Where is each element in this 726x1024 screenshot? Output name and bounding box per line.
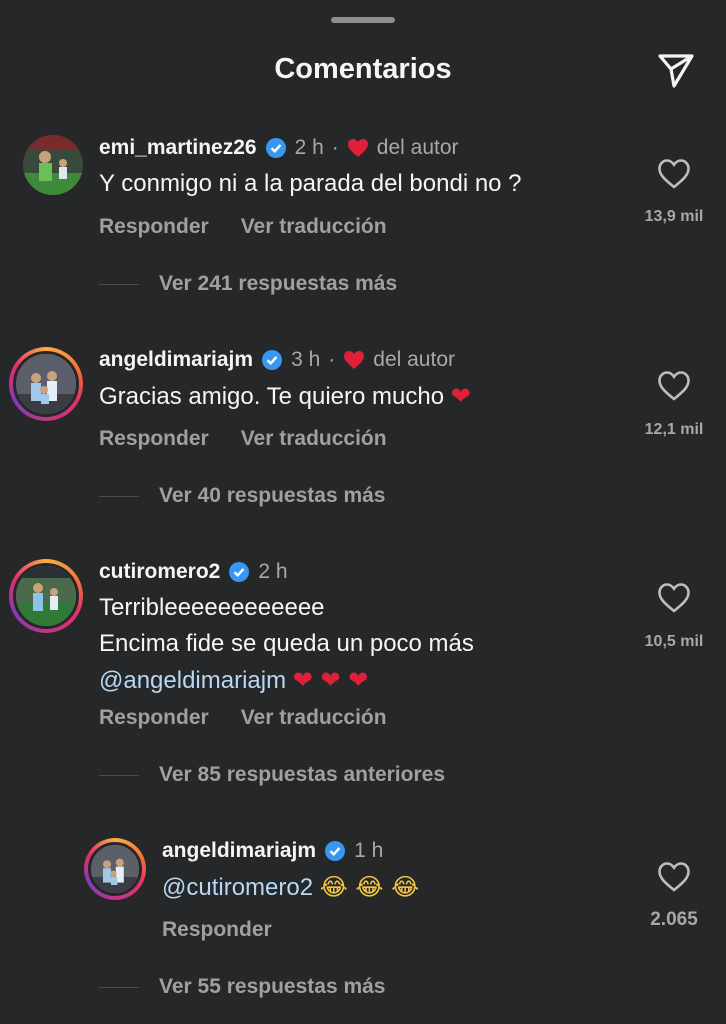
like-count: 10,5 mil [644,633,704,650]
comments-sheet: Comentarios emi_martinez26 2 h · del aut… [0,0,726,1024]
avatar[interactable] [9,347,83,421]
verified-badge-icon [261,349,283,371]
reply-button[interactable]: Responder [99,427,209,451]
like-count: 12,1 mil [644,421,704,438]
avatar[interactable] [23,135,83,195]
comment-username[interactable]: cutiromero2 [99,560,220,584]
like-heart-icon[interactable] [657,861,691,893]
view-replies-button[interactable]: Ver 85 respuestas anteriores [159,763,445,787]
divider [99,774,139,776]
heart-icon [347,138,369,158]
red-heart-emoji: ❤ ❤ ❤ [292,666,369,694]
reply-button[interactable]: Responder [99,215,209,239]
divider [99,283,139,285]
comment-time: 2 h [258,560,288,583]
comment-text: Terribleeeeeeeeeeee [99,594,325,621]
divider [99,986,139,988]
header: Comentarios [0,44,726,94]
view-replies-button[interactable]: Ver 241 respuestas más [159,272,397,296]
translate-button[interactable]: Ver traducción [241,215,387,239]
mention-link[interactable]: @cutiromero2 [162,874,313,901]
laughing-emoji: 😂 😂 😂 [319,873,420,901]
reply-button[interactable]: Responder [99,706,209,730]
verified-badge-icon [228,561,250,583]
verified-badge-icon [265,137,287,159]
comment-time: 1 h [354,839,384,862]
like-heart-icon[interactable] [657,370,691,402]
comment-username[interactable]: angeldimariajm [162,839,316,863]
like-heart-icon[interactable] [657,582,691,614]
like-heart-icon[interactable] [657,158,691,190]
comment-username[interactable]: emi_martinez26 [99,136,257,160]
heart-icon [343,350,365,370]
page-title: Comentarios [274,52,452,85]
avatar[interactable] [84,838,146,900]
author-like-label: del autor [376,136,459,159]
red-heart-emoji: ❤ [450,382,471,410]
mention-link[interactable]: @angeldimariajm [99,667,286,694]
avatar[interactable] [9,559,83,633]
paper-plane-icon[interactable] [654,48,698,92]
verified-badge-icon [324,840,346,862]
comment-text: Y conmigo ni a la parada del bondi no ? [99,170,522,197]
comment-time: 3 h [291,348,321,371]
reply-button[interactable]: Responder [162,918,272,942]
author-like-label: del autor [373,348,455,371]
translate-button[interactable]: Ver traducción [241,427,387,451]
sheet-grabber[interactable] [331,17,395,23]
translate-button[interactable]: Ver traducción [241,706,387,730]
comment-username[interactable]: angeldimariajm [99,348,253,372]
comment-text: Gracias amigo. Te quiero mucho [99,383,445,410]
view-replies-button[interactable]: Ver 55 respuestas más [159,975,386,999]
like-count: 2.065 [650,909,698,930]
comment-text: Encima fide se queda un poco más [99,630,474,657]
like-count: 13,9 mil [644,208,704,225]
comment-time: 2 h [294,136,324,159]
view-replies-button[interactable]: Ver 40 respuestas más [159,484,386,508]
divider [99,495,139,497]
